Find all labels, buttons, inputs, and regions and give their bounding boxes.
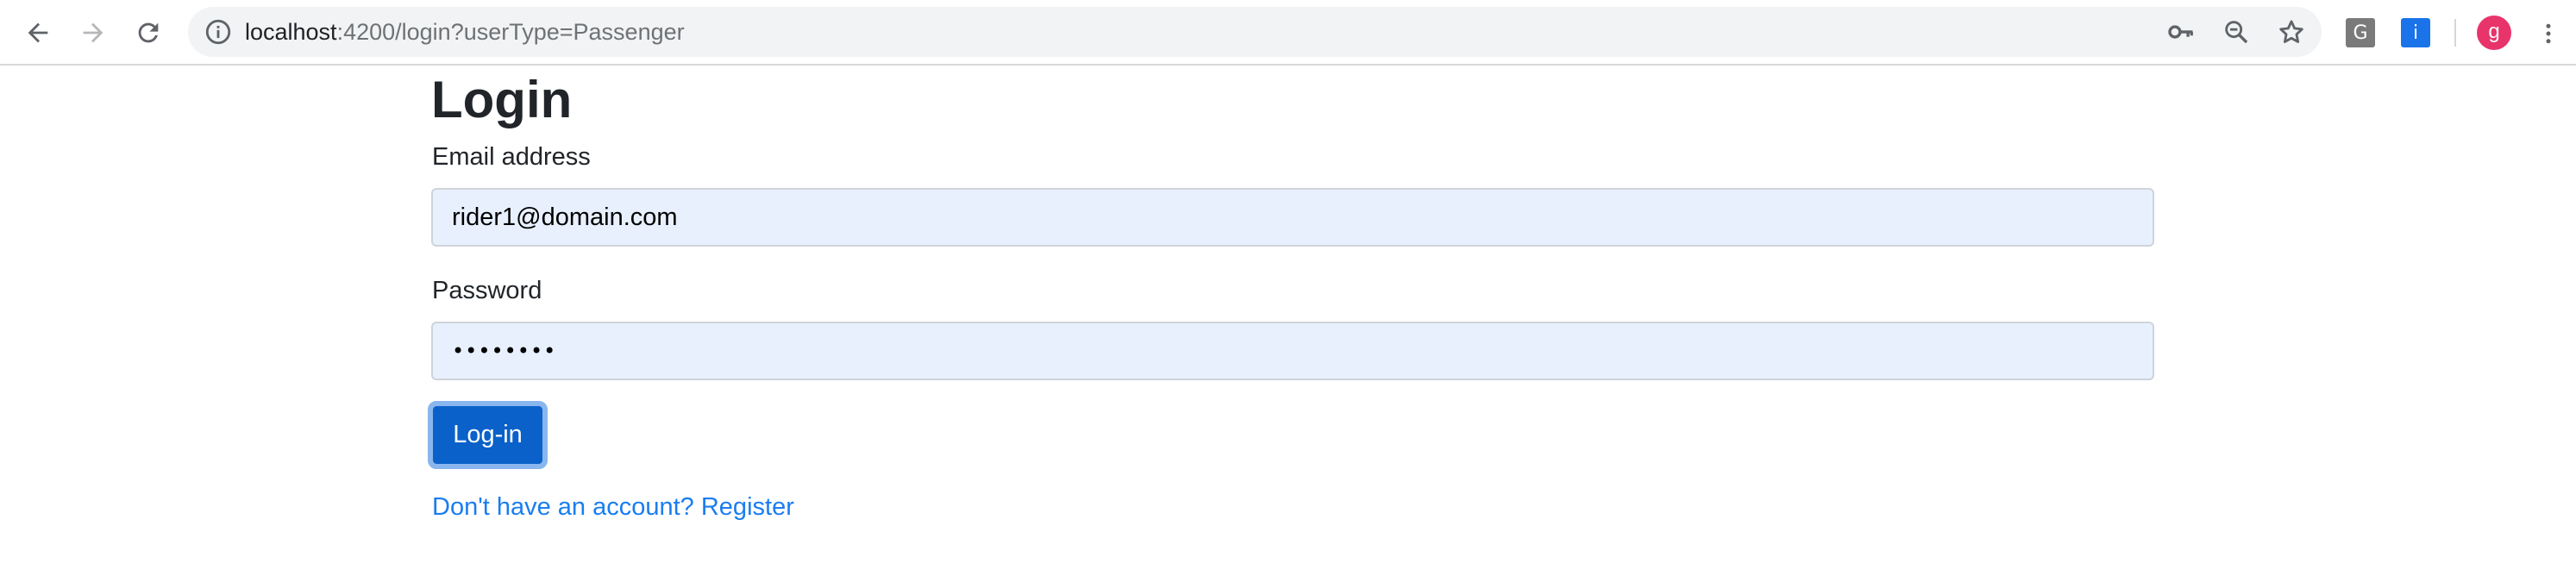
more-vert-icon[interactable] (2535, 17, 2561, 50)
url-path: :4200/login?userType=Passenger (336, 19, 685, 45)
toolbar-divider (2454, 19, 2456, 47)
star-icon[interactable] (2277, 17, 2306, 47)
back-arrow-icon (28, 22, 48, 43)
password-field[interactable] (431, 322, 2154, 380)
profile-initial: g (2488, 20, 2500, 43)
reload-icon (138, 22, 159, 43)
info-icon[interactable] (204, 17, 233, 47)
forward-arrow-icon (83, 22, 103, 43)
profile-avatar[interactable]: g (2477, 16, 2511, 50)
zoom-icon[interactable] (2222, 17, 2251, 47)
extension-g-letter: G (2353, 22, 2368, 44)
forward-button[interactable] (72, 12, 114, 53)
browser-toolbar: localhost:4200/login?userType=Passenger … (0, 0, 2576, 66)
back-button[interactable] (17, 12, 59, 53)
key-icon[interactable] (2166, 17, 2196, 47)
password-label: Password (432, 277, 542, 304)
extension-i-letter: i (2412, 22, 2419, 44)
reload-button[interactable] (128, 12, 169, 53)
email-field[interactable] (431, 188, 2154, 247)
email-label: Email address (432, 143, 591, 171)
extension-info-icon[interactable]: i (2401, 18, 2430, 47)
address-bar[interactable]: localhost:4200/login?userType=Passenger (188, 7, 2322, 57)
url-text[interactable]: localhost:4200/login?userType=Passenger (245, 7, 685, 57)
register-link[interactable]: Don't have an account? Register (432, 491, 794, 523)
url-host: localhost (245, 19, 337, 45)
extension-g-icon[interactable]: G (2346, 18, 2375, 47)
page-title: Login (431, 71, 573, 128)
login-button[interactable]: Log-in (428, 401, 548, 469)
